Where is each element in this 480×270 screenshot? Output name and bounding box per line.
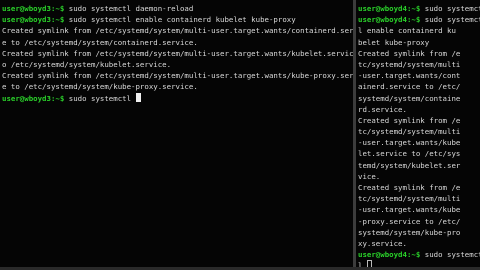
line-text: -user.target.wants/cont	[358, 71, 461, 81]
output-line: l enable containerd ku	[358, 25, 480, 36]
command-line: user@wboyd4:~$ sudo systemct	[358, 14, 480, 25]
text-cursor	[135, 92, 141, 102]
line-text: Created symlink from /etc/systemd/system…	[2, 26, 353, 36]
terminal-pane-left[interactable]: user@wboyd3:~$ sudo systemctl daemon-rel…	[0, 0, 353, 270]
output-line: belet kube-proxy	[358, 37, 480, 48]
line-text: sudo systemct	[420, 250, 480, 260]
command-line: user@wboyd3:~$ sudo systemctl daemon-rel…	[2, 3, 353, 14]
line-text: sudo systemctl enable containerd kubelet…	[64, 15, 296, 25]
output-line: let.service to /etc/sys	[358, 148, 480, 159]
line-text: ainerd.service to /etc/	[358, 82, 461, 92]
output-line: systemd/system/containe	[358, 93, 480, 104]
output-line: temd/system/kubelet.ser	[358, 160, 480, 171]
line-text: sudo systemctl daemon-reload	[424, 4, 480, 13]
output-line: e to /etc/systemd/system/containerd.serv…	[2, 37, 353, 48]
line-text: Created symlink from /etc/systemd/system…	[2, 71, 353, 81]
line-text: Created symlink from /e	[358, 48, 461, 58]
output-line: vice.	[358, 171, 480, 182]
output-line: tc/systemd/system/multi	[358, 59, 480, 70]
line-text: Created symlink from /e	[358, 183, 461, 192]
shell-prompt: user@wboyd3:~$	[2, 93, 65, 103]
line-text: Created symlink from /etc/systemd/system…	[2, 48, 353, 58]
line-text: -proxy.service to /etc/	[358, 216, 461, 226]
shell-prompt: user@wboyd4:~$	[358, 4, 421, 13]
command-line: user@wboyd4:~$ sudo systemctl daemon-rel…	[358, 3, 480, 14]
terminal-output-left: user@wboyd3:~$ sudo systemctl daemon-rel…	[0, 0, 353, 104]
line-text: sudo systemctl daemon-reload	[64, 4, 194, 13]
line-text: tc/systemd/system/multi	[358, 127, 461, 137]
output-line: systemd/system/kube-pro	[358, 227, 480, 238]
line-text: temd/system/kubelet.ser	[358, 160, 461, 170]
output-line: rd.service.	[358, 104, 480, 115]
output-line: Created symlink from /etc/systemd/system…	[2, 48, 353, 59]
output-line: Created symlink from /e	[358, 115, 480, 126]
shell-prompt: user@wboyd4:~$	[358, 250, 421, 260]
output-line: o /etc/systemd/system/kubelet.service.	[2, 59, 353, 70]
line-text: systemd/system/containe	[358, 93, 461, 103]
line-text: sudo systemct	[420, 15, 480, 25]
line-text: l enable containerd ku	[358, 26, 456, 36]
output-line: -user.target.wants/kube	[358, 137, 480, 148]
line-text: rd.service.	[358, 104, 407, 114]
line-text: o /etc/systemd/system/kubelet.service.	[2, 59, 172, 69]
line-text: e to /etc/systemd/system/kube-proxy.serv…	[2, 82, 198, 92]
output-line: ainerd.service to /etc/	[358, 81, 480, 92]
output-line: Created symlink from /etc/systemd/system…	[2, 70, 353, 81]
line-text: e to /etc/systemd/system/containerd.serv…	[2, 37, 198, 47]
output-line: -user.target.wants/kube	[358, 204, 480, 215]
output-line: -user.target.wants/cont	[358, 70, 480, 81]
output-line: -proxy.service to /etc/	[358, 216, 480, 227]
output-line: Created symlink from /e	[358, 48, 480, 59]
output-line: Created symlink from /etc/systemd/system…	[2, 25, 353, 36]
command-line: user@wboyd3:~$ sudo systemctl	[2, 92, 353, 104]
output-line: xy.service.	[358, 238, 480, 249]
terminal-output-right: user@wboyd4:~$ sudo systemctl daemon-rel…	[356, 0, 480, 270]
line-text: xy.service.	[358, 238, 407, 248]
output-line: e to /etc/systemd/system/kube-proxy.serv…	[2, 81, 353, 92]
command-line: user@wboyd4:~$ sudo systemct	[358, 249, 480, 260]
line-text: systemd/system/kube-pro	[358, 227, 461, 237]
shell-prompt: user@wboyd4:~$	[358, 15, 421, 25]
line-text: tc/systemd/system/multi	[358, 59, 461, 69]
output-line: tc/systemd/system/multi	[358, 193, 480, 204]
output-line: Created symlink from /e	[358, 182, 480, 193]
line-text: tc/systemd/system/multi	[358, 194, 461, 204]
output-line: tc/systemd/system/multi	[358, 126, 480, 137]
line-text: Created symlink from /e	[358, 115, 461, 125]
line-text: let.service to /etc/sys	[358, 149, 461, 159]
terminal-pane-right[interactable]: user@wboyd4:~$ sudo systemctl daemon-rel…	[356, 0, 480, 270]
line-text: vice.	[358, 171, 381, 181]
line-text: belet kube-proxy	[358, 37, 430, 47]
line-text: -user.target.wants/kube	[358, 138, 461, 148]
command-line: user@wboyd3:~$ sudo systemctl enable con…	[2, 14, 353, 25]
line-text: sudo systemctl	[64, 93, 136, 103]
shell-prompt: user@wboyd3:~$	[2, 15, 65, 25]
line-text: -user.target.wants/kube	[358, 205, 461, 215]
shell-prompt: user@wboyd3:~$	[2, 4, 65, 13]
